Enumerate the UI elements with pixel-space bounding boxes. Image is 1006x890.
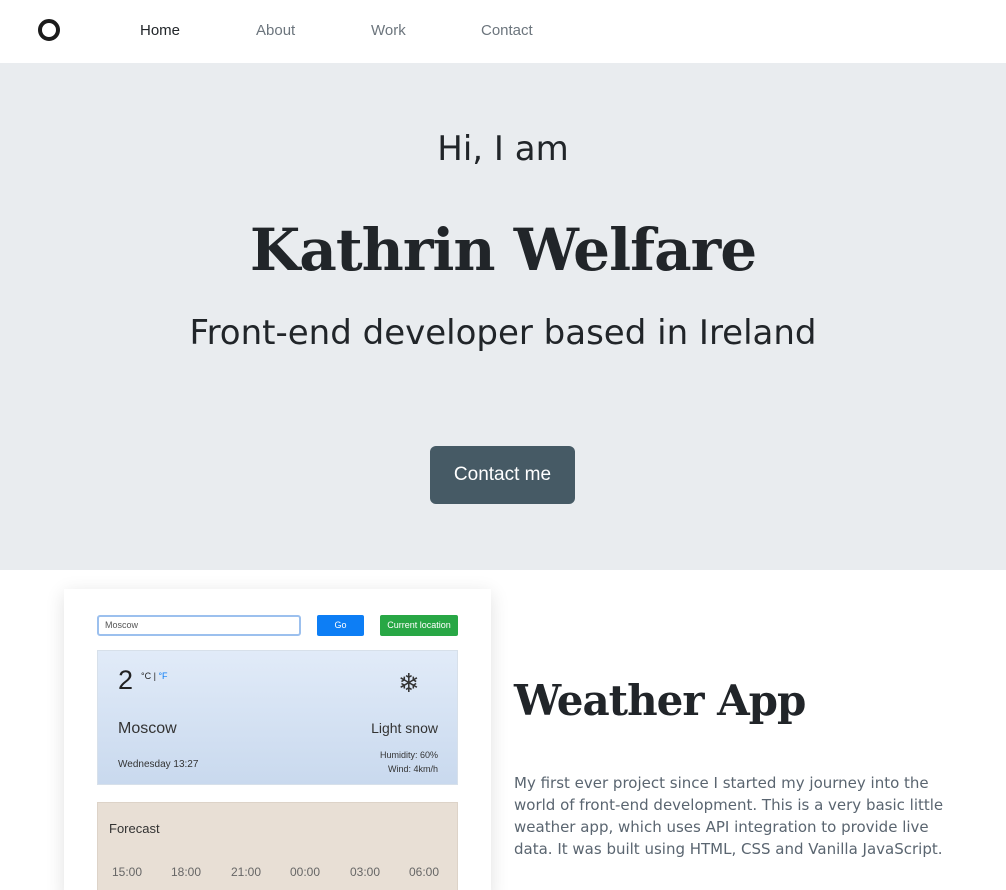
navbar: Home About Work Contact	[0, 0, 1006, 63]
nav-link-work[interactable]: Work	[371, 22, 406, 39]
project-section: Moscow Go Current location 2 °C | °F ❄ M…	[0, 570, 1006, 890]
weather-condition: Light snow	[371, 720, 438, 736]
weather-search-input: Moscow	[97, 615, 301, 636]
project-description: My first ever project since I started my…	[514, 774, 944, 858]
hero-greeting: Hi, I am	[437, 129, 569, 169]
forecast-time: 21:00	[231, 865, 262, 879]
hero-section: Hi, I am Kathrin Welfare Front-end devel…	[0, 63, 1006, 570]
forecast-time: 06:00	[409, 865, 440, 879]
weather-units: °C | °F	[141, 671, 168, 681]
project-screenshot[interactable]: Moscow Go Current location 2 °C | °F ❄ M…	[64, 589, 491, 890]
weather-location-button: Current location	[380, 615, 458, 636]
nav-link-home[interactable]: Home	[140, 22, 180, 39]
forecast-time: 03:00	[350, 865, 381, 879]
unit-fahrenheit: °F	[158, 671, 168, 681]
contact-me-button[interactable]: Contact me	[430, 446, 575, 504]
hero-tagline: Front-end developer based in Ireland	[189, 313, 817, 353]
forecast-time: 15:00	[112, 865, 143, 879]
weather-temperature: 2	[118, 665, 134, 695]
nav-link-about[interactable]: About	[256, 22, 295, 39]
weather-current-card: 2 °C | °F ❄ Moscow Light snow Wednesday …	[97, 650, 458, 785]
forecast-time: 18:00	[171, 865, 202, 879]
logo-circle-icon[interactable]	[38, 19, 60, 41]
unit-celsius: °C	[141, 671, 152, 681]
weather-city: Moscow	[118, 720, 177, 737]
weather-forecast-card: Forecast 15:00 18:00 21:00 00:00 03:00 0…	[97, 802, 458, 890]
forecast-title: Forecast	[109, 821, 160, 836]
project-title: Weather App	[514, 676, 806, 725]
weather-humidity: Humidity: 60%	[379, 750, 438, 760]
weather-go-button: Go	[317, 615, 364, 636]
forecast-time: 00:00	[290, 865, 321, 879]
hero-name: Kathrin Welfare	[249, 216, 757, 284]
snowflake-icon: ❄	[398, 669, 420, 699]
nav-link-contact[interactable]: Contact	[481, 22, 533, 39]
weather-datetime: Wednesday 13:27	[118, 759, 199, 770]
weather-wind: Wind: 4km/h	[387, 764, 438, 774]
